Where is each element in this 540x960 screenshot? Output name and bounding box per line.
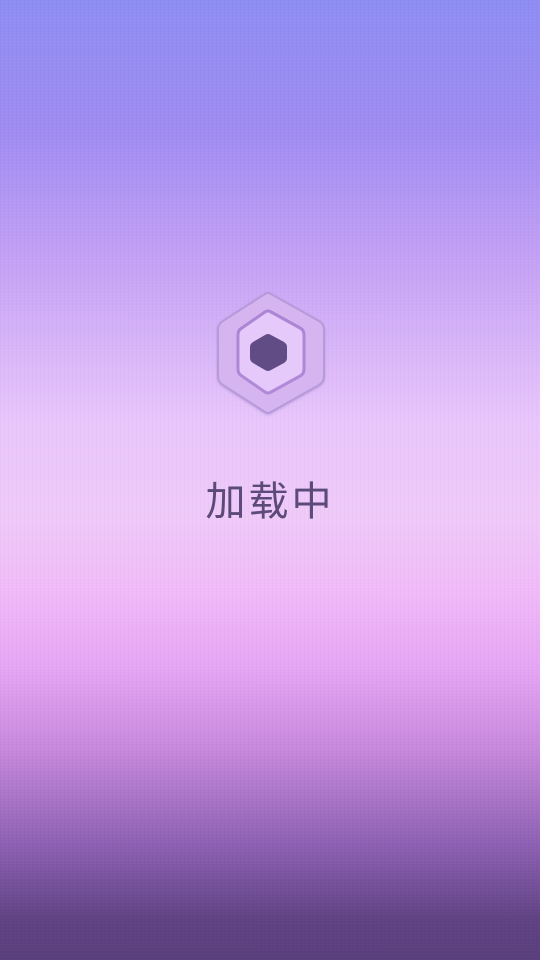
loading-status-text: 加载中 xyxy=(205,479,335,525)
loading-spinner xyxy=(216,292,326,414)
hexagon-loader-icon xyxy=(217,292,325,414)
